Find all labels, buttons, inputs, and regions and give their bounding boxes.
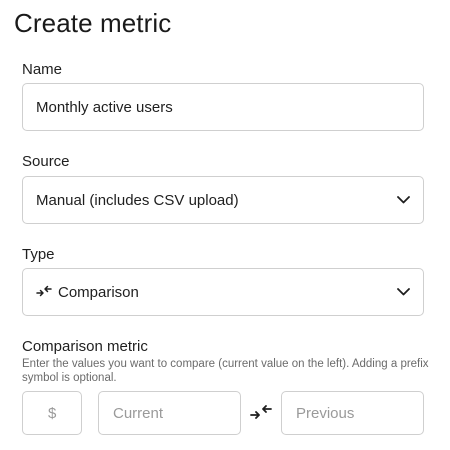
type-label: Type: [22, 246, 55, 263]
previous-input[interactable]: [296, 392, 409, 434]
current-input[interactable]: [113, 392, 226, 434]
chevron-down-icon: [396, 193, 410, 207]
prefix-input-box[interactable]: [22, 391, 82, 435]
prefix-input[interactable]: [48, 392, 81, 434]
name-value: Monthly active users: [36, 98, 173, 116]
comparison-label: Comparison metric: [22, 338, 148, 355]
current-input-box[interactable]: [98, 391, 241, 435]
compare-arrows-icon: [36, 285, 52, 297]
name-field[interactable]: Monthly active users: [22, 83, 424, 131]
source-select[interactable]: Manual (includes CSV upload): [22, 176, 424, 224]
type-selected-value: Comparison: [58, 283, 139, 301]
compare-arrows-icon: [250, 404, 272, 425]
name-label: Name: [22, 61, 63, 78]
source-selected-value: Manual (includes CSV upload): [36, 191, 239, 209]
source-label: Source: [22, 153, 70, 170]
page-title: Create metric: [14, 8, 172, 38]
type-select[interactable]: Comparison: [22, 268, 424, 316]
previous-input-box[interactable]: [281, 391, 424, 435]
comparison-help-text: Enter the values you want to compare (cu…: [22, 358, 429, 384]
chevron-down-icon: [396, 285, 410, 299]
